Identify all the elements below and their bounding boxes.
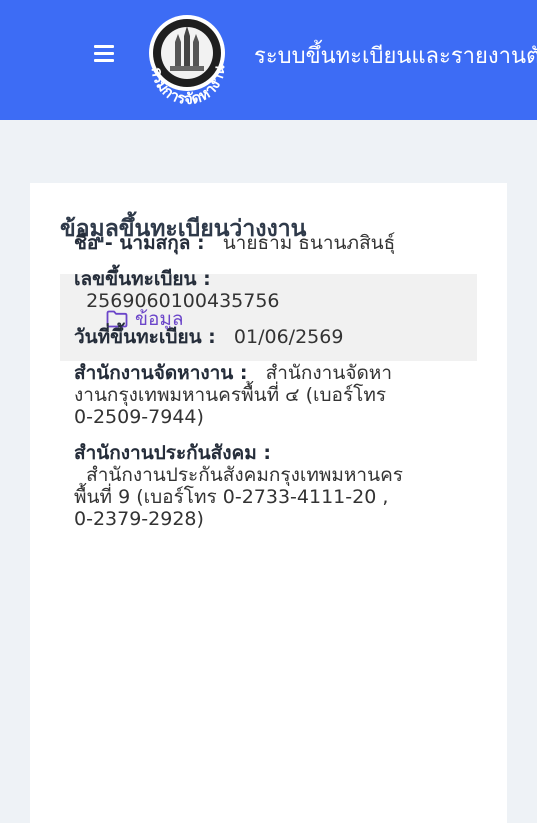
regdate-value: 01/06/2569	[233, 326, 344, 348]
regdate-row: วันที่ขึ้นทะเบียน : 01/06/2569	[74, 326, 404, 348]
app-title: ระบบขึ้นทะเบียนและรายงานตัว	[254, 44, 537, 69]
office-label: สำนักงานจัดหางาน :	[74, 362, 248, 384]
sso-label: สำนักงานประกันสังคม :	[74, 442, 271, 464]
registration-info: ชื่อ - นามสกุล : นายธาม ธนานภสินธุ์ เลขข…	[74, 232, 404, 544]
regdate-label: วันที่ขึ้นทะเบียน :	[74, 326, 216, 348]
sso-value: สำนักงานประกันสังคมกรุงเทพมหานครพื้นที่ …	[74, 464, 404, 530]
regno-value: 2569060100435756	[86, 290, 280, 312]
sso-row: สำนักงานประกันสังคม : สำนักงานประกันสังค…	[74, 442, 404, 530]
regno-label: เลขขึ้นทะเบียน :	[74, 268, 211, 290]
department-logo: กรมการจัดหางาน	[148, 15, 228, 108]
top-header: กรมการจัดหางาน ระบบขึ้นทะเบียนและรายงานต…	[0, 0, 537, 120]
name-row: ชื่อ - นามสกุล : นายธาม ธนานภสินธุ์	[74, 232, 404, 254]
name-value: นายธาม ธนานภสินธุ์	[222, 232, 396, 254]
hamburger-menu-icon[interactable]	[94, 40, 120, 66]
name-label: ชื่อ - นามสกุล :	[74, 232, 205, 254]
office-row: สำนักงานจัดหางาน : สำนักงานจัดหางานกรุงเ…	[74, 362, 404, 428]
regno-row: เลขขึ้นทะเบียน : 2569060100435756	[74, 268, 404, 312]
